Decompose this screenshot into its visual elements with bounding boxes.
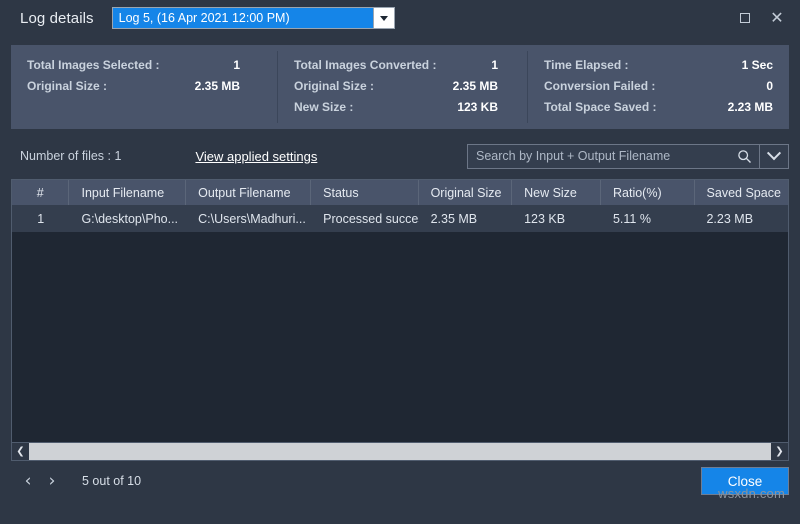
- summary-value: 2.23 MB: [727, 100, 773, 114]
- summary-panel: Total Images Selected : 1 Original Size …: [11, 45, 789, 129]
- summary-label: Original Size :: [294, 79, 375, 93]
- horizontal-scrollbar[interactable]: ❮ ❯: [12, 442, 788, 460]
- search-icon: [737, 149, 751, 163]
- summary-row: Total Images Converted : 1: [294, 58, 512, 72]
- log-table: # Input Filename Output Filename Status …: [11, 179, 789, 461]
- window-controls: ✕: [732, 0, 790, 36]
- summary-row: Original Size : 2.35 MB: [27, 79, 262, 93]
- page-title: Log details: [20, 9, 94, 27]
- summary-label: Conversion Failed :: [544, 79, 656, 93]
- maximize-button[interactable]: [732, 5, 758, 31]
- scroll-right-button[interactable]: ❯: [771, 443, 788, 460]
- chevron-right-icon: ›: [48, 471, 56, 491]
- column-header-original-size[interactable]: Original Size: [419, 180, 513, 205]
- files-count-label: Number of files : 1: [20, 149, 122, 163]
- summary-value: 1: [233, 58, 240, 72]
- page-status-label: 5 out of 10: [82, 474, 142, 488]
- close-button[interactable]: Close: [701, 467, 789, 495]
- summary-row: Total Space Saved : 2.23 MB: [544, 100, 773, 114]
- summary-row: Conversion Failed : 0: [544, 79, 773, 93]
- summary-label: Total Images Converted :: [294, 58, 437, 72]
- summary-row: New Size : 123 KB: [294, 100, 512, 114]
- column-header-ratio[interactable]: Ratio(%): [601, 180, 695, 205]
- log-selector-toggle-button[interactable]: [372, 8, 394, 28]
- summary-row: Total Images Selected : 1: [27, 58, 262, 72]
- caret-down-icon: [379, 15, 388, 21]
- log-details-window: Log details Log 5, (16 Apr 2021 12:00 PM…: [0, 0, 800, 524]
- summary-label: Original Size :: [27, 79, 108, 93]
- cell-status: Processed succes...: [323, 211, 419, 226]
- summary-column-converted: Total Images Converted : 1 Original Size…: [278, 45, 528, 129]
- summary-row: Time Elapsed : 1 Sec: [544, 58, 773, 72]
- summary-label: New Size :: [294, 100, 354, 114]
- column-header-output-filename[interactable]: Output Filename: [186, 180, 312, 205]
- cell-input-filename: G:\desktop\Pho...: [81, 211, 179, 226]
- column-header-status[interactable]: Status: [311, 180, 419, 205]
- summary-value: 1: [491, 58, 498, 72]
- summary-label: Time Elapsed :: [544, 58, 629, 72]
- summary-value: 1 Sec: [741, 58, 773, 72]
- search-input[interactable]: [468, 143, 729, 169]
- summary-column-results: Time Elapsed : 1 Sec Conversion Failed :…: [528, 45, 789, 129]
- table-header-row: # Input Filename Output Filename Status …: [12, 180, 788, 205]
- column-header-saved-space[interactable]: Saved Space: [695, 180, 788, 205]
- search-bar: [467, 143, 789, 169]
- search-button[interactable]: [729, 145, 759, 168]
- column-header-input-filename[interactable]: Input Filename: [69, 180, 187, 205]
- summary-value: 2.35 MB: [452, 79, 498, 93]
- summary-row: Original Size : 2.35 MB: [294, 79, 512, 93]
- view-applied-settings-link[interactable]: View applied settings: [195, 149, 317, 164]
- cell-index: 1: [37, 211, 45, 226]
- cell-new-size: 123 KB: [524, 211, 566, 226]
- next-page-button[interactable]: ›: [40, 469, 64, 493]
- cell-output-filename: C:\Users\Madhuri...: [198, 211, 306, 226]
- log-selector-value: Log 5, (16 Apr 2021 12:00 PM): [118, 11, 290, 25]
- close-window-button[interactable]: ✕: [764, 5, 790, 31]
- footer-bar: ‹ › 5 out of 10 Close wsxdn.com: [11, 461, 789, 501]
- table-toolbar: Number of files : 1 View applied setting…: [11, 139, 789, 173]
- chevron-down-icon: [766, 146, 782, 161]
- title-bar: Log details Log 5, (16 Apr 2021 12:00 PM…: [0, 0, 800, 36]
- column-header-new-size[interactable]: New Size: [512, 180, 601, 205]
- summary-value: 2.35 MB: [194, 79, 240, 93]
- scrollbar-thumb[interactable]: [29, 443, 771, 460]
- cell-ratio: 5.11 %: [612, 211, 651, 226]
- log-selector-dropdown[interactable]: Log 5, (16 Apr 2021 12:00 PM): [111, 7, 395, 29]
- scroll-left-button[interactable]: ❮: [12, 443, 29, 460]
- cell-original-size: 2.35 MB: [430, 211, 478, 226]
- summary-label: Total Space Saved :: [544, 100, 657, 114]
- summary-value: 123 KB: [457, 100, 498, 114]
- maximize-icon: [740, 13, 750, 23]
- summary-value: 0: [766, 79, 773, 93]
- column-header-index[interactable]: #: [12, 180, 70, 205]
- search-options-button[interactable]: [759, 144, 788, 168]
- close-icon: ✕: [770, 8, 784, 27]
- summary-label: Total Images Selected :: [27, 58, 160, 72]
- table-row[interactable]: 1 G:\desktop\Pho... C:\Users\Madhuri... …: [12, 205, 788, 232]
- previous-page-button[interactable]: ‹: [16, 469, 40, 493]
- cell-saved-space: 2.23 MB: [706, 211, 754, 226]
- chevron-left-icon: ‹: [24, 471, 32, 491]
- summary-column-selected: Total Images Selected : 1 Original Size …: [11, 45, 278, 129]
- table-empty-area: [12, 232, 788, 442]
